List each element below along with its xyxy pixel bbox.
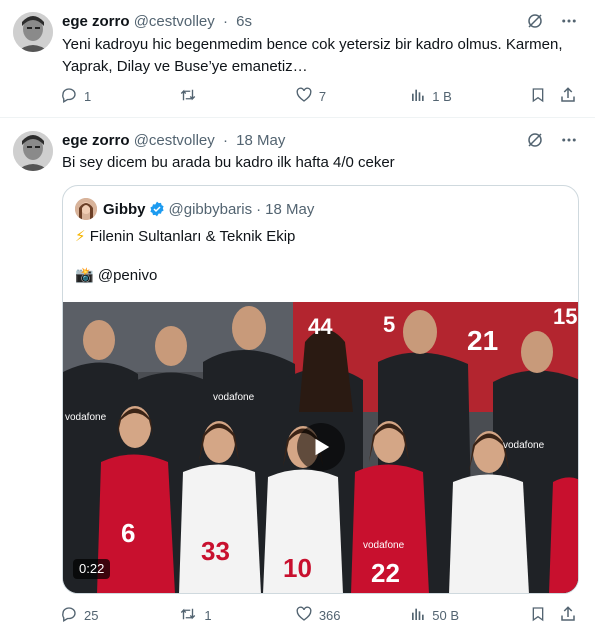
share-icon [559, 86, 577, 107]
jersey-number: 44 [308, 314, 333, 339]
views-count: 1 B [432, 88, 452, 104]
jersey-number: 33 [201, 536, 230, 566]
display-name[interactable]: ege zorro [62, 13, 130, 30]
reply-button[interactable]: 25 [60, 605, 178, 625]
quote-line-2[interactable]: @penivo [98, 267, 157, 284]
camera-icon: 📸 [75, 267, 94, 284]
timestamp[interactable]: 6s [236, 13, 252, 30]
jersey-number: 5 [383, 312, 395, 337]
verified-icon [149, 201, 165, 217]
grok-icon[interactable] [525, 130, 545, 150]
video-duration: 0:22 [73, 559, 111, 579]
jersey-number: 21 [467, 325, 498, 356]
jersey-number: 6 [121, 518, 135, 548]
reply-icon [60, 605, 78, 626]
sponsor-text: vodafone [363, 540, 405, 551]
like-button[interactable]: 7 [295, 86, 410, 106]
tweet-text: Yeni kadroyu hic begenmedim bence cok ye… [62, 34, 579, 78]
reply-icon [60, 86, 78, 107]
tweet-text-line: Bi sey dicem bu arada bu kadro ilk hafta… [62, 154, 395, 171]
retweet-count: 1 [204, 607, 212, 623]
quote-header: Gibby @gibbybaris · 18 May [75, 198, 314, 220]
retweet-button[interactable]: 1 [178, 605, 294, 625]
jersey-number: 22 [371, 558, 400, 588]
separator: · [256, 200, 262, 218]
tweet-1[interactable]: ege zorro @cestvolley · 6s Yeni kadroyu … [0, 0, 595, 118]
bookmark-button[interactable] [530, 605, 560, 625]
reply-count: 1 [84, 88, 92, 104]
separator: · [222, 13, 228, 30]
tweet-text-line: Yeni kadroyu hic begenmedim bence cok ye… [62, 36, 563, 53]
jersey-number: 10 [283, 553, 312, 583]
quote-avatar[interactable] [75, 198, 97, 220]
quote-text-line: ⚡ Filenin Sultanları & Teknik Ekip [75, 227, 295, 247]
reply-button[interactable]: 1 [60, 86, 178, 106]
views-button[interactable]: 1 B [410, 86, 529, 106]
lightning-icon: ⚡ [75, 228, 86, 245]
video-player[interactable]: 44 5 21 15 6 33 10 22 vodafone vodafone … [63, 302, 578, 593]
more-icon[interactable] [559, 11, 579, 31]
quoted-tweet[interactable]: Gibby @gibbybaris · 18 May ⚡ Filenin Sul… [62, 185, 579, 594]
action-bar: 1 7 1 B [60, 86, 579, 106]
play-icon [315, 438, 330, 456]
handle[interactable]: @cestvolley [134, 13, 215, 30]
separator: · [222, 132, 228, 149]
tweet-header: ege zorro @cestvolley · 6s [62, 12, 252, 32]
bookmark-icon [530, 86, 546, 107]
share-button[interactable] [559, 605, 579, 625]
tweet-text: Bi sey dicem bu arada bu kadro ilk hafta… [62, 152, 579, 174]
tweet-text-line: Yaprak, Dilay ve Buse’ye emanetiz… [62, 58, 308, 75]
timestamp[interactable]: 18 May [236, 132, 285, 149]
handle[interactable]: @cestvolley [134, 132, 215, 149]
play-button[interactable] [297, 423, 345, 471]
like-button[interactable]: 366 [295, 605, 410, 625]
views-count: 50 B [432, 607, 460, 623]
retweet-icon [178, 86, 198, 107]
avatar[interactable] [13, 12, 53, 52]
sponsor-text: vodafone [503, 440, 545, 451]
quote-timestamp[interactable]: 18 May [265, 201, 314, 218]
like-icon [295, 86, 313, 107]
jersey-number: 15 [553, 304, 577, 329]
like-icon [295, 605, 313, 626]
tweet-top-icons [525, 130, 579, 150]
like-count: 366 [318, 607, 341, 623]
bookmark-icon [530, 605, 546, 626]
share-icon [559, 605, 577, 626]
retweet-icon [178, 605, 198, 626]
views-button[interactable]: 50 B [410, 605, 529, 625]
reply-count: 25 [84, 607, 99, 623]
sponsor-text: vodafone [65, 412, 107, 423]
views-icon [410, 605, 426, 626]
tweet-header: ege zorro @cestvolley · 18 May [62, 131, 285, 151]
tweet-2[interactable]: ege zorro @cestvolley · 18 May Bi sey di… [0, 119, 595, 633]
action-bar: 25 1 366 50 B [60, 605, 579, 625]
quote-text-line: 📸 @penivo [75, 266, 157, 286]
display-name[interactable]: ege zorro [62, 132, 130, 149]
quote-line-1: Filenin Sultanları & Teknik Ekip [89, 228, 296, 245]
quote-handle[interactable]: @gibbybaris [169, 201, 253, 218]
like-count: 7 [318, 88, 327, 104]
sponsor-text: vodafone [213, 392, 255, 403]
tweet-top-icons [525, 11, 579, 31]
retweet-button[interactable] [178, 86, 294, 106]
bookmark-button[interactable] [530, 86, 560, 106]
share-button[interactable] [559, 86, 579, 106]
grok-icon[interactable] [525, 11, 545, 31]
views-icon [410, 86, 426, 107]
quote-display-name[interactable]: Gibby [103, 201, 146, 218]
more-icon[interactable] [559, 130, 579, 150]
avatar[interactable] [13, 131, 53, 171]
